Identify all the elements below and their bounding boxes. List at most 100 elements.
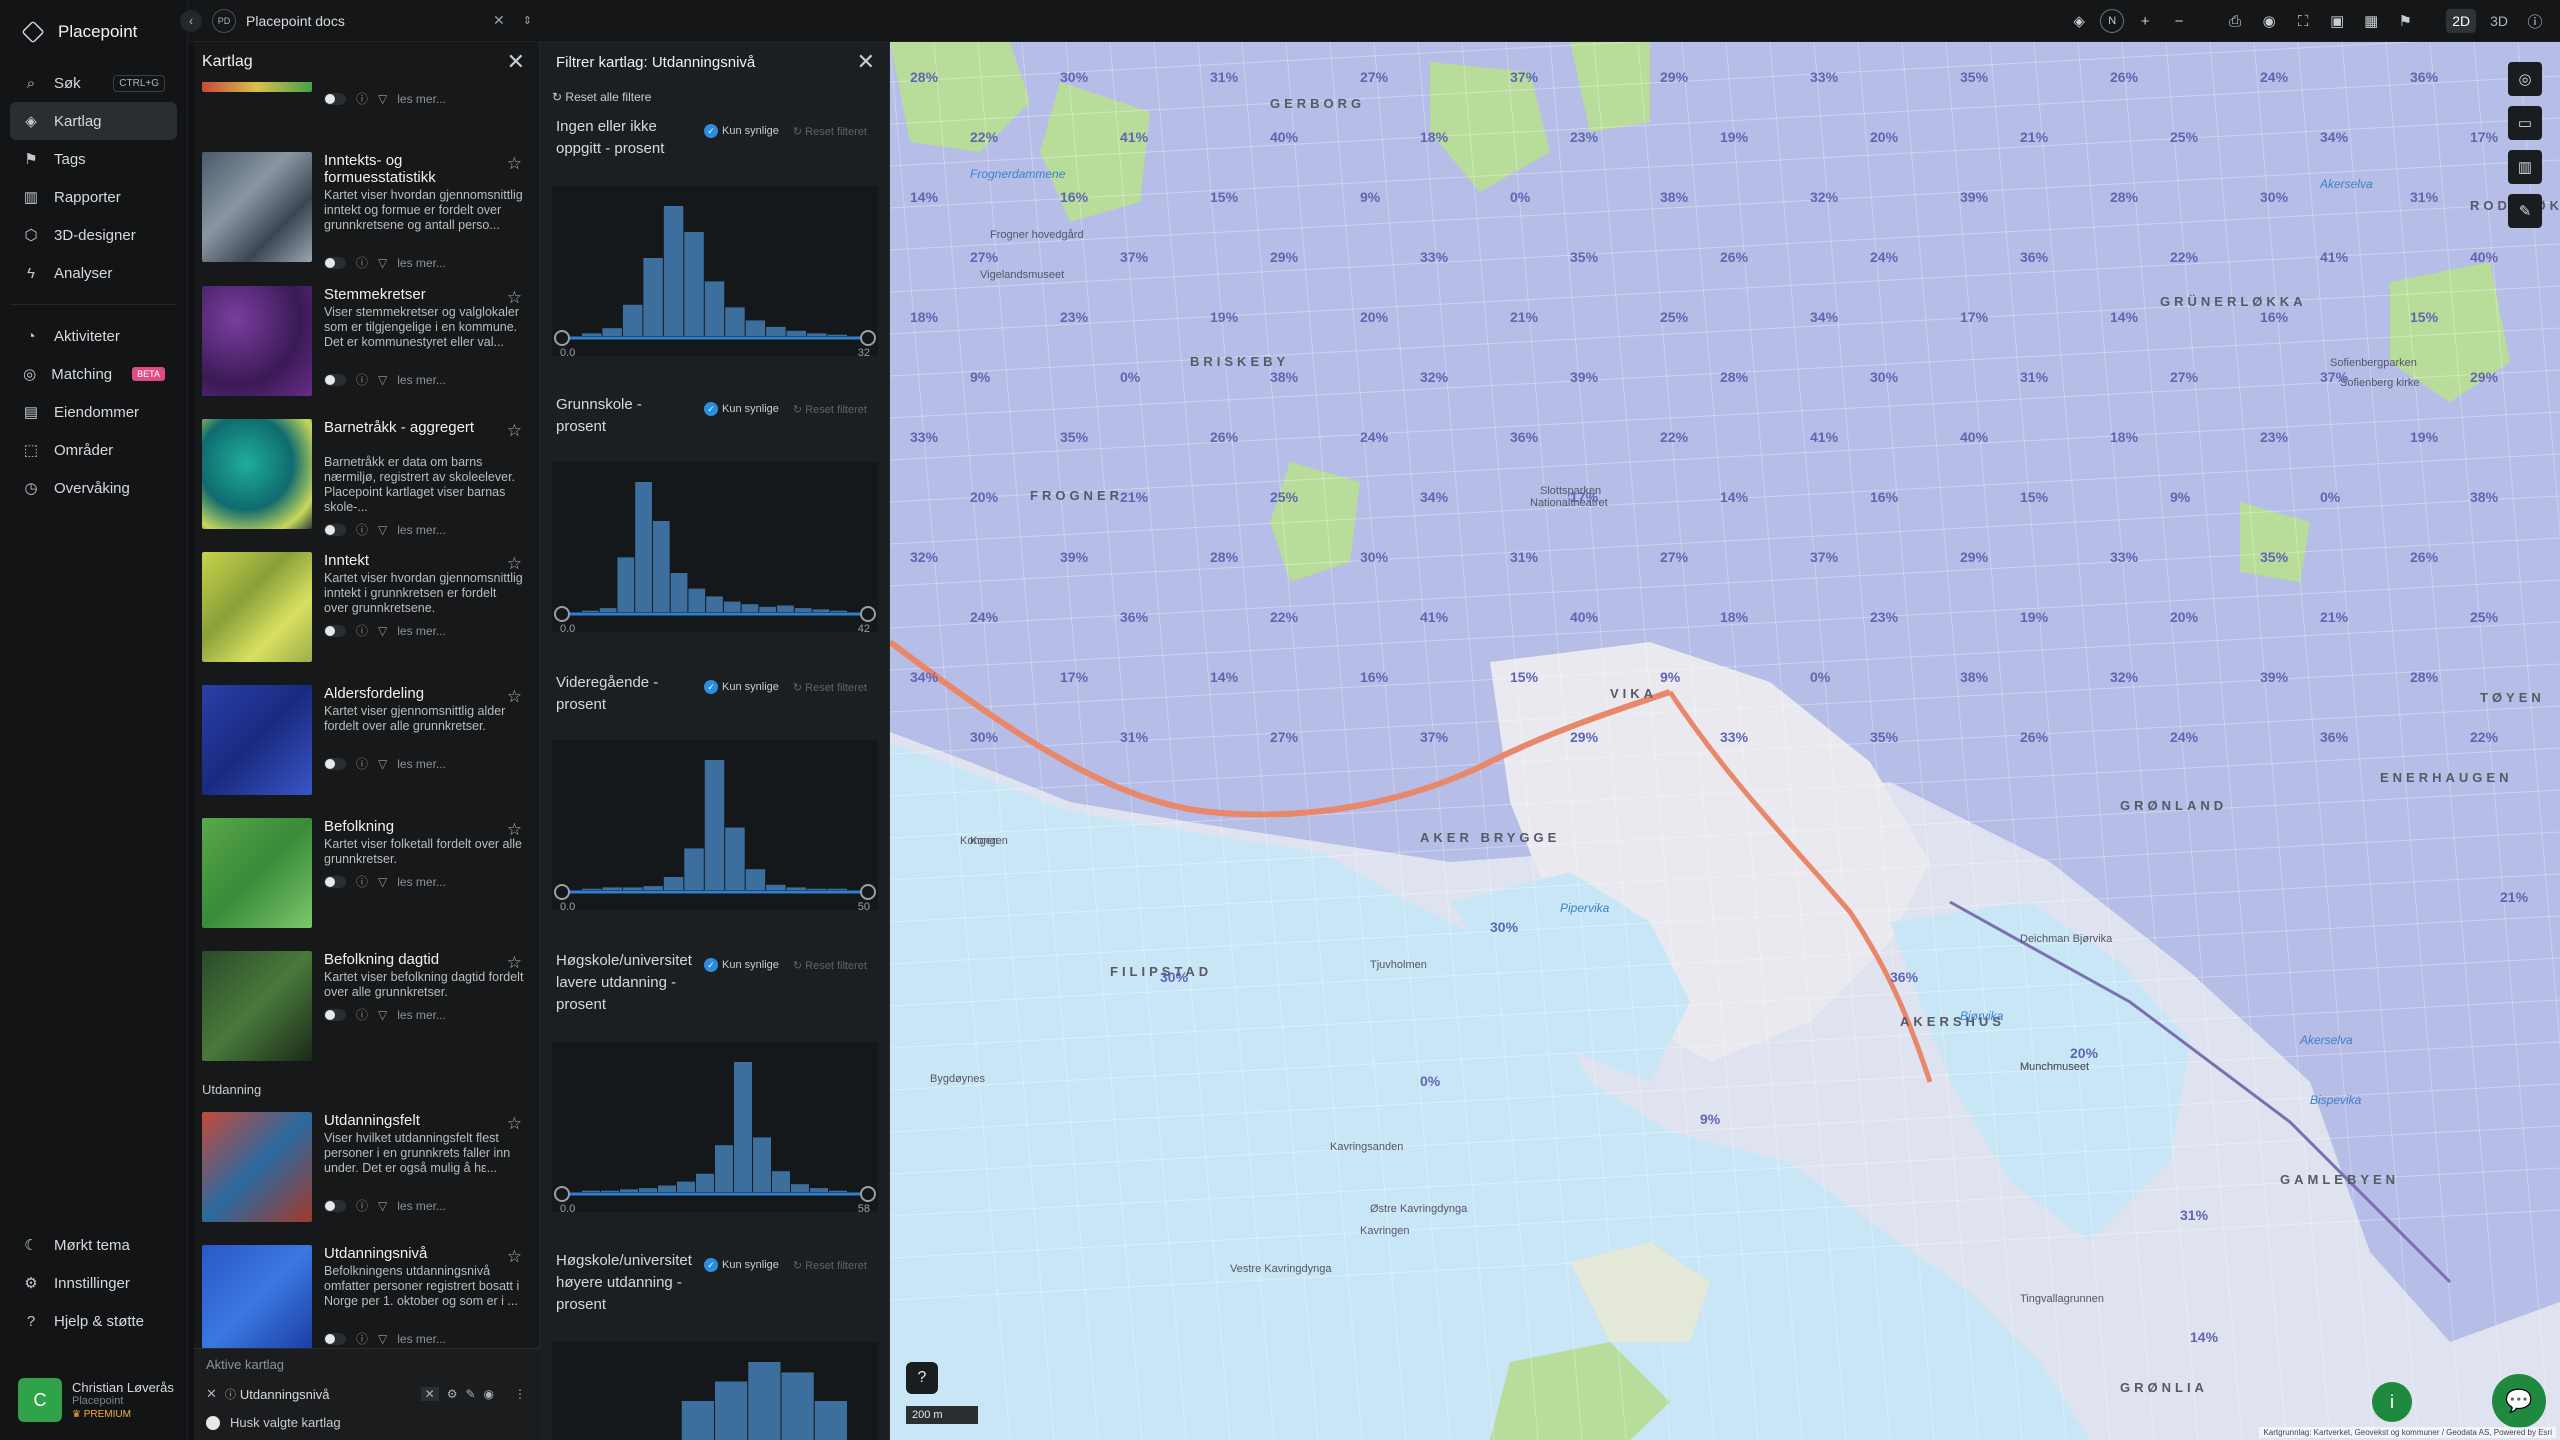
- reset-filter-button[interactable]: ↻ Reset filteret: [793, 1259, 867, 1272]
- layer-filter-icon[interactable]: ▽: [378, 523, 387, 537]
- zoom-out-icon[interactable]: −: [2166, 8, 2192, 34]
- nav-item-områder[interactable]: ⬚ Områder: [10, 431, 177, 469]
- layer-filter-icon[interactable]: ▽: [378, 256, 387, 270]
- remove-active-layer-icon[interactable]: ✕: [206, 1386, 217, 1402]
- layer-toggle[interactable]: [324, 875, 346, 888]
- layer-toggle[interactable]: [324, 1199, 346, 1212]
- slider-min-handle[interactable]: [554, 606, 570, 622]
- info-button[interactable]: i: [2372, 1382, 2412, 1422]
- slider-max-handle[interactable]: [860, 606, 876, 622]
- histogram[interactable]: [552, 1342, 878, 1440]
- nav-item-rapporter[interactable]: ▥ Rapporter: [10, 178, 177, 216]
- nav-item-analyser[interactable]: ϟ Analyser: [10, 254, 177, 292]
- zoom-in-icon[interactable]: +: [2132, 8, 2158, 34]
- layer-info-icon[interactable]: ⓘ: [356, 755, 368, 772]
- map-layers-tool-icon[interactable]: ◎: [2508, 62, 2542, 96]
- north-compass-icon[interactable]: N: [2100, 9, 2125, 33]
- mode-2d-button[interactable]: 2D: [2446, 9, 2477, 33]
- slider-min-handle[interactable]: [554, 884, 570, 900]
- layer-item[interactable]: Barnetråkk - aggregert ☆ Barnetråkk er dat…: [202, 413, 532, 537]
- user-card[interactable]: C Christian Løverås Placepoint ♛ PREMIUM: [18, 1378, 182, 1422]
- visible-only-toggle[interactable]: ✓ Kun synlige: [704, 1258, 779, 1272]
- active-layer-chip[interactable]: ✕ ⓘ Utdanningsnivå ✕ ⚙ ✎ ◉ ⋮: [206, 1381, 526, 1407]
- layer-filter-icon[interactable]: ▽: [378, 624, 387, 638]
- nav-item-tags[interactable]: ⚑ Tags: [10, 140, 177, 178]
- slider-max-handle[interactable]: [860, 884, 876, 900]
- mode-3d-button[interactable]: 3D: [2484, 9, 2514, 33]
- brand[interactable]: Placepoint: [0, 0, 187, 64]
- nav-item-søk[interactable]: ⌕ Søk CTRL+G: [10, 64, 177, 102]
- visible-only-toggle[interactable]: ✓ Kun synlige: [704, 680, 779, 694]
- layer-item[interactable]: Inntekts- og formuesstatistikk ☆ Kartet vi…: [202, 146, 532, 270]
- nav-item-3d-designer[interactable]: ⬡ 3D-designer: [10, 216, 177, 254]
- read-more-link[interactable]: les mer...: [397, 256, 446, 270]
- reset-filter-button[interactable]: ↻ Reset filteret: [793, 681, 867, 694]
- layer-toggle[interactable]: [324, 373, 346, 386]
- layer-filter-icon[interactable]: ▽: [378, 92, 387, 106]
- layer-toggle[interactable]: [324, 757, 346, 770]
- layer-item[interactable]: Aldersfordeling ☆ Kartet viser gjennomsnit…: [202, 679, 532, 799]
- nav-item-matching[interactable]: ◎ Matching BETA: [10, 355, 177, 393]
- camera-icon[interactable]: ▣: [2324, 8, 2350, 34]
- read-more-link[interactable]: les mer...: [397, 757, 446, 771]
- layer-item[interactable]: Utdanningsnivå ☆ Befolkningens utdanningsn…: [202, 1239, 532, 1359]
- slider-min-handle[interactable]: [554, 1186, 570, 1202]
- layer-item[interactable]: Stemmekretser ☆ Viser stemmekretser og val…: [202, 280, 532, 400]
- nav-item-hjelp-støtte[interactable]: ? Hjelp & støtte: [10, 1302, 178, 1340]
- nav-item-aktiviteter[interactable]: ◔ Aktiviteter: [10, 317, 177, 355]
- read-more-link[interactable]: les mer...: [397, 875, 446, 889]
- read-more-link[interactable]: les mer...: [397, 92, 446, 106]
- layer-toggle[interactable]: [324, 1332, 346, 1345]
- layer-toggle[interactable]: [324, 624, 346, 637]
- close-chip-icon[interactable]: ✕: [420, 1387, 439, 1401]
- chat-button[interactable]: 💬: [2492, 1374, 2546, 1428]
- layer-info-icon[interactable]: ⓘ: [356, 622, 368, 639]
- edit-chip-icon[interactable]: ✎: [465, 1387, 475, 1401]
- filter-chip-icon[interactable]: ⚙: [447, 1387, 458, 1401]
- info-circle-icon[interactable]: ⓘ: [2522, 8, 2548, 34]
- visible-only-toggle[interactable]: ✓ Kun synlige: [704, 958, 779, 972]
- close-filter-panel-icon[interactable]: ✕: [857, 49, 875, 75]
- histogram[interactable]: 0,0 32: [552, 186, 878, 356]
- nav-item-kartlag[interactable]: ◈ Kartlag: [10, 102, 177, 140]
- layer-toggle[interactable]: [324, 92, 346, 105]
- nav-item-innstillinger[interactable]: ⚙ Innstillinger: [10, 1264, 178, 1302]
- document-tab[interactable]: PD Placepoint docs ✕ ⇕: [212, 6, 532, 36]
- layer-toggle[interactable]: [324, 523, 346, 536]
- visible-only-toggle[interactable]: ✓ Kun synlige: [704, 402, 779, 416]
- visibility-chip-icon[interactable]: ◉: [484, 1387, 494, 1401]
- read-more-link[interactable]: les mer...: [397, 1008, 446, 1022]
- print-icon[interactable]: ⎙: [2222, 8, 2248, 34]
- layer-info-icon[interactable]: ⓘ: [356, 1330, 368, 1347]
- layers-stack-icon[interactable]: ◈: [2066, 8, 2092, 34]
- collapse-sidebar-button[interactable]: ‹: [180, 9, 202, 32]
- layer-info-icon[interactable]: ⓘ: [356, 254, 368, 271]
- map-canvas[interactable]: GERBORGBRISKEBYFROGNERAKER BRYGGEFILIPST…: [890, 42, 2560, 1440]
- nav-item-mørkt-tema[interactable]: ☾ Mørkt tema: [10, 1226, 178, 1264]
- map-draw-tool-icon[interactable]: ✎: [2508, 194, 2542, 228]
- reset-all-filters-button[interactable]: ↻ Reset alle filtere: [552, 90, 651, 104]
- layer-info-icon[interactable]: ⓘ: [356, 90, 368, 107]
- layer-item-partial[interactable]: kategorier bru... ⓘ ▽ les mer...: [202, 82, 532, 148]
- slider-max-handle[interactable]: [860, 330, 876, 346]
- layer-filter-icon[interactable]: ▽: [378, 1199, 387, 1213]
- grid-icon[interactable]: ▦: [2358, 8, 2384, 34]
- layer-filter-icon[interactable]: ▽: [378, 1008, 387, 1022]
- histogram[interactable]: 0,0 42: [552, 462, 878, 632]
- map-view[interactable]: GERBORG BRISKEBY FROGNER AKER BRYGGE FILIPST…: [890, 42, 2560, 1440]
- nav-item-overvåking[interactable]: ◷ Overvåking: [10, 469, 177, 507]
- layer-item[interactable]: Befolkning dagtid ☆ Kartet viser befolknin…: [202, 945, 532, 1065]
- remember-layers-toggle[interactable]: Husk valgte kartlag: [206, 1415, 341, 1430]
- layer-toggle[interactable]: [324, 256, 346, 269]
- read-more-link[interactable]: les mer...: [397, 1332, 446, 1346]
- histogram[interactable]: 0,0 50: [552, 740, 878, 910]
- visible-only-toggle[interactable]: ✓ Kun synlige: [704, 124, 779, 138]
- layer-item[interactable]: Inntekt ☆ Kartet viser hvordan gjennomsnit…: [202, 546, 532, 666]
- layer-item[interactable]: Befolkning ☆ Kartet viser folketall fordel…: [202, 812, 532, 932]
- bookmark-map-icon[interactable]: ⚑: [2392, 8, 2418, 34]
- close-layer-panel-icon[interactable]: ✕: [507, 49, 525, 75]
- read-more-link[interactable]: les mer...: [397, 373, 446, 387]
- slider-min-handle[interactable]: [554, 330, 570, 346]
- remember-radio[interactable]: [206, 1415, 220, 1430]
- reset-filter-button[interactable]: ↻ Reset filteret: [793, 403, 867, 416]
